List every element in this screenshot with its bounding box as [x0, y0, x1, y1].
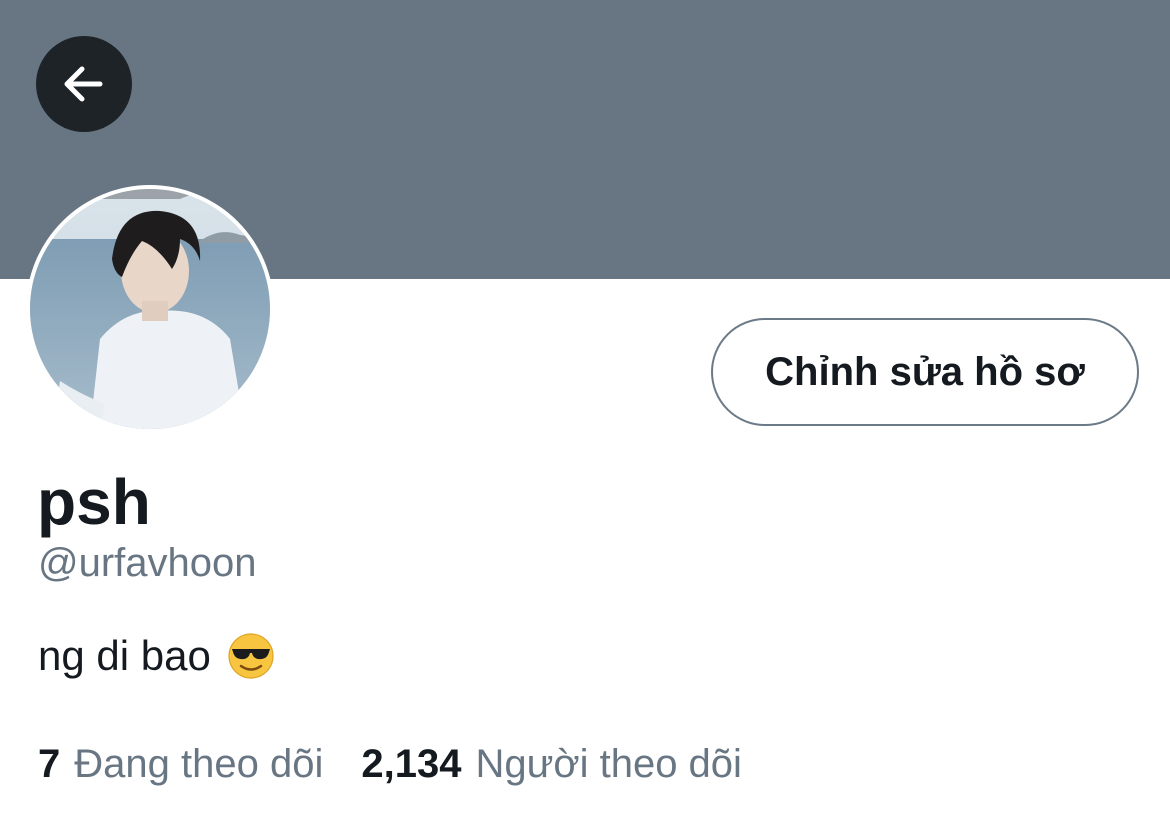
smiling-face-with-sunglasses-icon — [228, 633, 274, 679]
profile-stats: 7 Đang theo dõi 2,134 Người theo dõi — [38, 737, 742, 791]
bio-text: ng di bao — [38, 632, 211, 679]
avatar[interactable] — [26, 185, 274, 433]
avatar-photo — [30, 189, 270, 429]
edit-profile-button[interactable]: Chỉnh sửa hồ sơ — [711, 318, 1139, 426]
followers-count: 2,134 — [361, 742, 462, 786]
following-count: 7 — [38, 742, 61, 786]
followers-label: Người theo dõi — [475, 742, 742, 786]
profile-page: Chỉnh sửa hồ sơ psh @urfavhoon ng di bao… — [0, 0, 1170, 839]
back-button[interactable] — [36, 36, 132, 132]
following-label: Đang theo dõi — [74, 742, 324, 786]
profile-handle: @urfavhoon — [38, 541, 257, 585]
arrow-left-icon — [64, 66, 103, 102]
edit-profile-label: Chỉnh sửa hồ sơ — [765, 349, 1085, 394]
followers-stat[interactable]: 2,134 Người theo dõi — [361, 737, 742, 791]
profile-bio: ng di bao — [38, 628, 275, 684]
display-name: psh — [37, 466, 151, 538]
following-stat[interactable]: 7 Đang theo dõi — [38, 737, 323, 791]
